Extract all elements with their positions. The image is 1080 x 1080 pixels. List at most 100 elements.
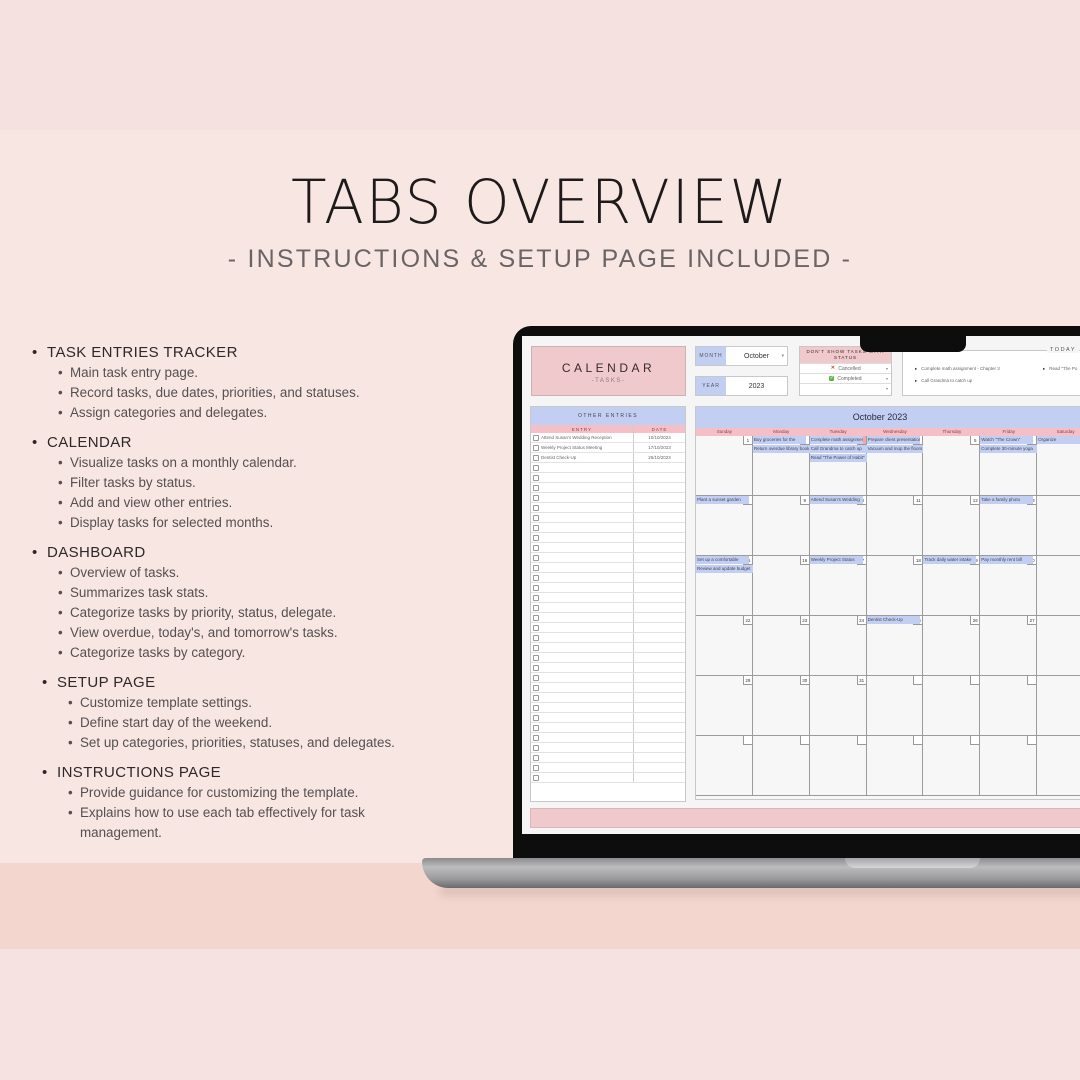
entry-cell[interactable] xyxy=(541,533,634,542)
checkbox[interactable] xyxy=(533,625,539,631)
checkbox[interactable] xyxy=(533,595,539,601)
entry-cell[interactable] xyxy=(541,543,634,552)
chevron-down-icon[interactable]: ▾ xyxy=(886,376,888,381)
calendar-day-cell[interactable] xyxy=(809,736,867,796)
other-entry-row[interactable] xyxy=(531,683,685,693)
date-cell[interactable] xyxy=(634,673,685,682)
date-cell[interactable] xyxy=(634,473,685,482)
date-cell[interactable] xyxy=(634,513,685,522)
calendar-day-cell[interactable]: 4Prepare client presentationVacuum and m… xyxy=(866,436,929,496)
other-entry-row[interactable] xyxy=(531,513,685,523)
entry-cell[interactable] xyxy=(541,713,634,722)
checkbox[interactable] xyxy=(533,765,539,771)
calendar-task[interactable]: Plant a sunset garden xyxy=(696,496,749,504)
calendar-task[interactable]: Complete 30-minute yoga xyxy=(980,445,1043,453)
checkbox[interactable] xyxy=(533,745,539,751)
calendar-task[interactable]: Vacuum and mop the floors xyxy=(866,445,929,453)
date-cell[interactable] xyxy=(634,763,685,772)
calendar-task[interactable]: Read "The Power of Habit" xyxy=(809,454,872,462)
entry-cell[interactable] xyxy=(541,503,634,512)
checkbox[interactable] xyxy=(533,735,539,741)
calendar-task[interactable]: Dentist Check-Up xyxy=(866,616,920,624)
calendar-day-cell[interactable]: 23 xyxy=(752,616,810,676)
calendar-day-cell[interactable]: 12 xyxy=(923,496,981,556)
checkbox[interactable] xyxy=(533,505,539,511)
entry-cell[interactable] xyxy=(541,473,634,482)
other-entry-row[interactable] xyxy=(531,583,685,593)
date-cell[interactable] xyxy=(634,653,685,662)
date-cell[interactable] xyxy=(634,683,685,692)
checkbox[interactable] xyxy=(533,545,539,551)
entry-cell[interactable] xyxy=(541,523,634,532)
checkbox[interactable] xyxy=(533,535,539,541)
date-cell[interactable] xyxy=(634,693,685,702)
other-entry-row[interactable] xyxy=(531,753,685,763)
date-cell[interactable] xyxy=(634,613,685,622)
checkbox[interactable] xyxy=(533,515,539,521)
other-entry-row[interactable] xyxy=(531,743,685,753)
other-entry-row[interactable] xyxy=(531,653,685,663)
other-entry-row[interactable] xyxy=(531,663,685,673)
date-cell[interactable] xyxy=(634,753,685,762)
calendar-day-cell[interactable]: 10Attend Susan's Wedding xyxy=(809,496,867,556)
date-cell[interactable] xyxy=(634,493,685,502)
entry-cell[interactable] xyxy=(541,703,634,712)
entry-cell[interactable] xyxy=(541,463,634,472)
date-cell[interactable]: 10/10/2023 xyxy=(634,433,685,442)
calendar-day-cell[interactable] xyxy=(752,736,810,796)
calendar-task[interactable]: Set up a comfortable xyxy=(696,556,749,564)
checkbox[interactable] xyxy=(533,645,539,651)
calendar-day-cell[interactable] xyxy=(923,736,981,796)
other-entry-row[interactable] xyxy=(531,503,685,513)
entry-cell[interactable] xyxy=(541,573,634,582)
entry-cell[interactable]: Attend Susan's Wedding Reception xyxy=(541,433,634,442)
calendar-task[interactable]: Prepare client presentation xyxy=(866,436,920,444)
calendar-task[interactable]: Attend Susan's Wedding xyxy=(809,496,863,504)
other-entry-row[interactable] xyxy=(531,713,685,723)
status-filter-option-empty[interactable]: ▾ xyxy=(800,383,891,393)
calendar-day-cell[interactable]: 30 xyxy=(752,676,810,736)
checkbox[interactable] xyxy=(533,705,539,711)
calendar-task[interactable]: Return overdue library book xyxy=(752,445,815,453)
calendar-day-cell[interactable] xyxy=(980,736,1038,796)
entry-cell[interactable] xyxy=(541,633,634,642)
date-cell[interactable]: 17/10/2023 xyxy=(634,443,685,452)
calendar-task[interactable]: Track daily water intake xyxy=(923,556,977,564)
calendar-day-cell[interactable]: 2Buy groceries for theReturn overdue lib… xyxy=(752,436,815,496)
date-cell[interactable] xyxy=(634,743,685,752)
other-entry-row[interactable] xyxy=(531,523,685,533)
checkbox[interactable] xyxy=(533,475,539,481)
date-cell[interactable] xyxy=(634,643,685,652)
date-cell[interactable] xyxy=(634,663,685,672)
checkbox[interactable] xyxy=(533,465,539,471)
entry-cell[interactable] xyxy=(541,553,634,562)
entry-cell[interactable] xyxy=(541,623,634,632)
entry-cell[interactable] xyxy=(541,563,634,572)
calendar-day-cell[interactable]: 11 xyxy=(866,496,924,556)
date-cell[interactable] xyxy=(634,733,685,742)
date-cell[interactable] xyxy=(634,583,685,592)
other-entry-row[interactable] xyxy=(531,563,685,573)
checkbox[interactable] xyxy=(533,615,539,621)
calendar-day-cell[interactable]: 8Plant a sunset garden xyxy=(696,496,753,556)
other-entry-row[interactable] xyxy=(531,733,685,743)
calendar-day-cell[interactable]: 29 xyxy=(696,676,753,736)
calendar-day-cell[interactable]: 17Weekly Project Status xyxy=(809,556,867,616)
calendar-task[interactable]: Call Grandma to catch up xyxy=(809,445,872,453)
entry-cell[interactable] xyxy=(541,643,634,652)
calendar-task[interactable]: Watch "The Crown" xyxy=(980,436,1034,444)
other-entry-row[interactable] xyxy=(531,493,685,503)
other-entry-row[interactable] xyxy=(531,723,685,733)
checkbox[interactable] xyxy=(533,445,539,451)
calendar-day-cell[interactable]: 19Track daily water intake xyxy=(923,556,981,616)
checkbox[interactable] xyxy=(533,695,539,701)
calendar-day-cell[interactable]: 1 xyxy=(696,436,753,496)
calendar-day-cell[interactable]: 27 xyxy=(980,616,1038,676)
date-cell[interactable] xyxy=(634,503,685,512)
entry-cell[interactable]: Weekly Project Status Meeting xyxy=(541,443,634,452)
date-cell[interactable] xyxy=(634,703,685,712)
entry-cell[interactable] xyxy=(541,513,634,522)
entry-cell[interactable] xyxy=(541,493,634,502)
other-entry-row[interactable] xyxy=(531,463,685,473)
checkbox[interactable] xyxy=(533,495,539,501)
